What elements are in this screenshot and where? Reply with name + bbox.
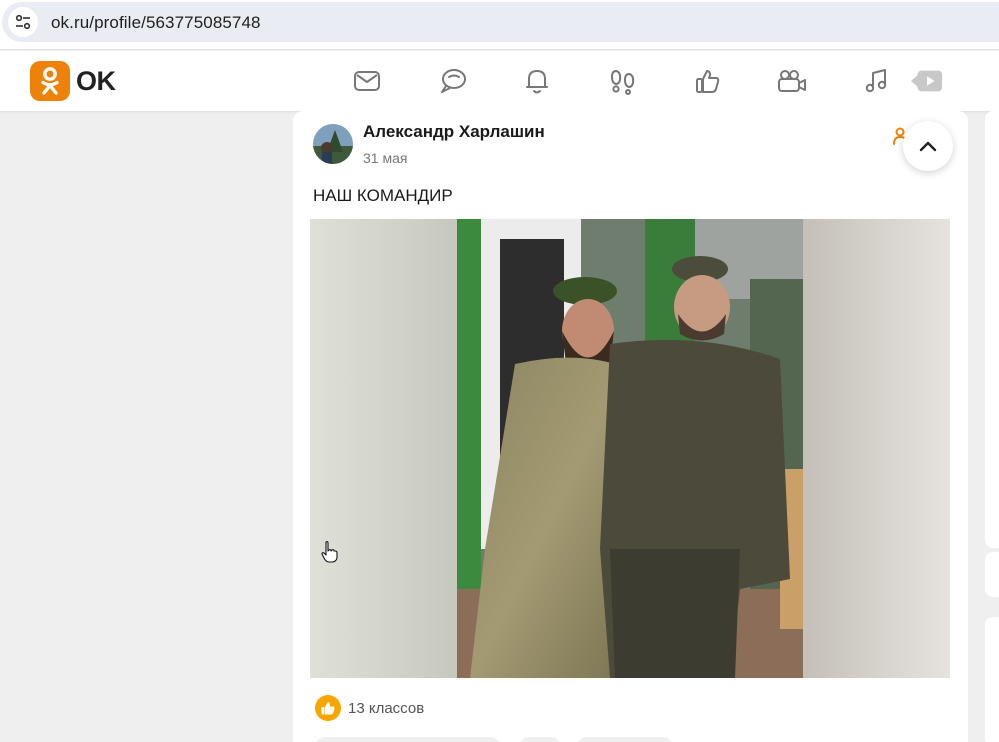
nav-video[interactable] — [776, 65, 808, 97]
mail-icon — [354, 71, 380, 91]
ok-logo[interactable]: OK — [30, 61, 116, 101]
nav-discussions[interactable] — [437, 65, 469, 97]
url-field[interactable]: ok.ru/profile/563775085748 — [2, 2, 999, 42]
url-text: ok.ru/profile/563775085748 — [51, 13, 261, 32]
scroll-to-top-button[interactable] — [903, 121, 953, 171]
share-button[interactable] — [519, 737, 561, 742]
play-video-icon — [911, 70, 943, 92]
side-panel-card — [985, 111, 999, 548]
nav-messages[interactable] — [351, 65, 383, 97]
side-panel-card — [985, 552, 999, 597]
footprints-icon — [610, 69, 635, 95]
feed-post: Александр Харлашин 31 мая НАШ КОМАНДИР 1… — [293, 111, 968, 742]
nav-notifications[interactable] — [521, 65, 553, 97]
nav-events[interactable] — [692, 65, 724, 97]
bell-icon — [526, 70, 548, 94]
video-camera-icon — [778, 70, 806, 92]
post-date[interactable]: 31 мая — [363, 150, 407, 166]
nav-guests[interactable] — [607, 65, 639, 97]
browser-address-bar: ok.ru/profile/563775085748 — [0, 0, 999, 50]
nav-music[interactable] — [861, 65, 893, 97]
ok-logo-text: OK — [76, 65, 116, 96]
likes-count: 13 классов — [348, 699, 425, 717]
chevron-up-icon — [919, 141, 937, 152]
post-text: НАШ КОМАНДИР — [313, 186, 453, 205]
music-icon — [865, 69, 887, 93]
thumbs-up-icon — [696, 70, 720, 93]
author-avatar[interactable] — [313, 124, 353, 164]
class-like-icon — [315, 695, 341, 721]
site-info-button[interactable] — [8, 7, 38, 37]
chat-icon — [441, 69, 466, 93]
side-panel-card — [985, 617, 999, 742]
site-header: OK — [0, 51, 999, 111]
post-author-name[interactable]: Александр Харлашин — [363, 122, 545, 142]
nav-video-player[interactable] — [911, 65, 943, 97]
tune-icon — [15, 14, 31, 30]
class-button[interactable] — [577, 737, 673, 742]
hand-cursor-icon — [321, 540, 339, 569]
likes-summary[interactable]: 13 классов — [315, 695, 424, 721]
post-photo[interactable] — [310, 219, 950, 678]
ok-logo-icon — [30, 61, 70, 101]
comment-button[interactable] — [315, 737, 500, 742]
